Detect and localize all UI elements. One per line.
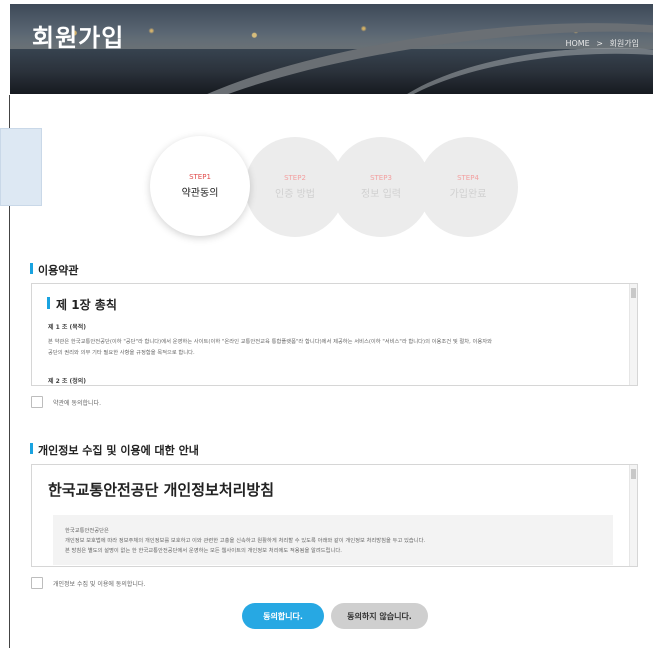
- step-name: 정보 입력: [361, 189, 401, 200]
- step-code: STEP4: [457, 174, 479, 182]
- terms-agree-check[interactable]: 약관에 동의합니다.: [31, 396, 101, 408]
- terms-agree-label[interactable]: 약관에 동의합니다.: [53, 398, 101, 407]
- step-code: STEP2: [284, 174, 306, 182]
- terms-section-title: 이용약관: [30, 262, 78, 278]
- step-code: STEP3: [370, 174, 392, 182]
- privacy-agree-check[interactable]: 개인정보 수집 및 이용에 동의합니다.: [31, 577, 145, 589]
- page-title: 회원가입: [32, 24, 125, 52]
- disagree-button[interactable]: 동의하지 않습니다.: [331, 603, 428, 629]
- terms-article1-line2: 공단의 권리와 의무 기타 필요한 사항을 규정함을 목적으로 합니다.: [48, 350, 195, 356]
- breadcrumb: HOME > 회원가입: [565, 38, 639, 49]
- terms-chapter-title: 제 1장 총칙: [47, 296, 117, 313]
- terms-scrollbar[interactable]: [629, 284, 637, 385]
- header-banner: 회원가입 HOME > 회원가입: [10, 4, 653, 94]
- privacy-agree-checkbox[interactable]: [31, 577, 43, 589]
- step-name: 인증 방법: [275, 189, 315, 200]
- step-3: STEP3 정보 입력: [331, 137, 431, 237]
- privacy-box[interactable]: 한국교통안전공단 개인정보처리방침 한국교통안전공단은 개인정보 보호법에 따라…: [31, 464, 638, 567]
- privacy-line2: 본 방침은 별도의 설명이 없는 한 한국교통안전공단에서 운영하는 모든 웹사…: [65, 548, 342, 554]
- step-name: 약관동의: [181, 188, 219, 199]
- privacy-section-title: 개인정보 수집 및 이용에 대한 안내: [30, 442, 199, 458]
- agree-button[interactable]: 동의합니다.: [242, 603, 324, 629]
- breadcrumb-current: 회원가입: [609, 39, 639, 48]
- privacy-org: 한국교통안전공단은: [65, 528, 109, 534]
- privacy-policy-title: 한국교통안전공단 개인정보처리방침: [48, 481, 275, 499]
- scroll-thumb[interactable]: [631, 288, 636, 298]
- privacy-agree-label[interactable]: 개인정보 수집 및 이용에 동의합니다.: [53, 579, 145, 588]
- terms-article1-line1: 본 약관은 한국교통안전공단(이하 "공단"라 합니다)에서 운영하는 사이트(…: [48, 339, 492, 345]
- privacy-line1: 개인정보 보호법에 따라 정보주체의 개인정보를 보호하고 이와 관련한 고충을…: [65, 538, 426, 544]
- scroll-thumb[interactable]: [631, 469, 636, 479]
- step-code: STEP1: [189, 173, 211, 181]
- step-2: STEP2 인증 방법: [245, 137, 345, 237]
- step-name: 가입완료: [449, 189, 487, 200]
- step-1: STEP1 약관동의: [150, 136, 250, 236]
- step-4: STEP4 가입완료: [418, 137, 518, 237]
- privacy-policy-summary: 한국교통안전공단은 개인정보 보호법에 따라 정보주체의 개인정보를 보호하고 …: [53, 515, 613, 565]
- terms-agree-checkbox[interactable]: [31, 396, 43, 408]
- side-panel: [0, 128, 42, 206]
- breadcrumb-home[interactable]: HOME: [565, 39, 589, 48]
- terms-article1-title: 제 1 조 (목적): [48, 324, 87, 331]
- privacy-scrollbar[interactable]: [629, 465, 637, 566]
- terms-box[interactable]: 제 1장 총칙 제 1 조 (목적) 본 약관은 한국교통안전공단(이하 "공단…: [31, 283, 638, 386]
- terms-article2-title: 제 2 조 (정의): [48, 378, 87, 385]
- breadcrumb-separator-icon: >: [596, 39, 603, 48]
